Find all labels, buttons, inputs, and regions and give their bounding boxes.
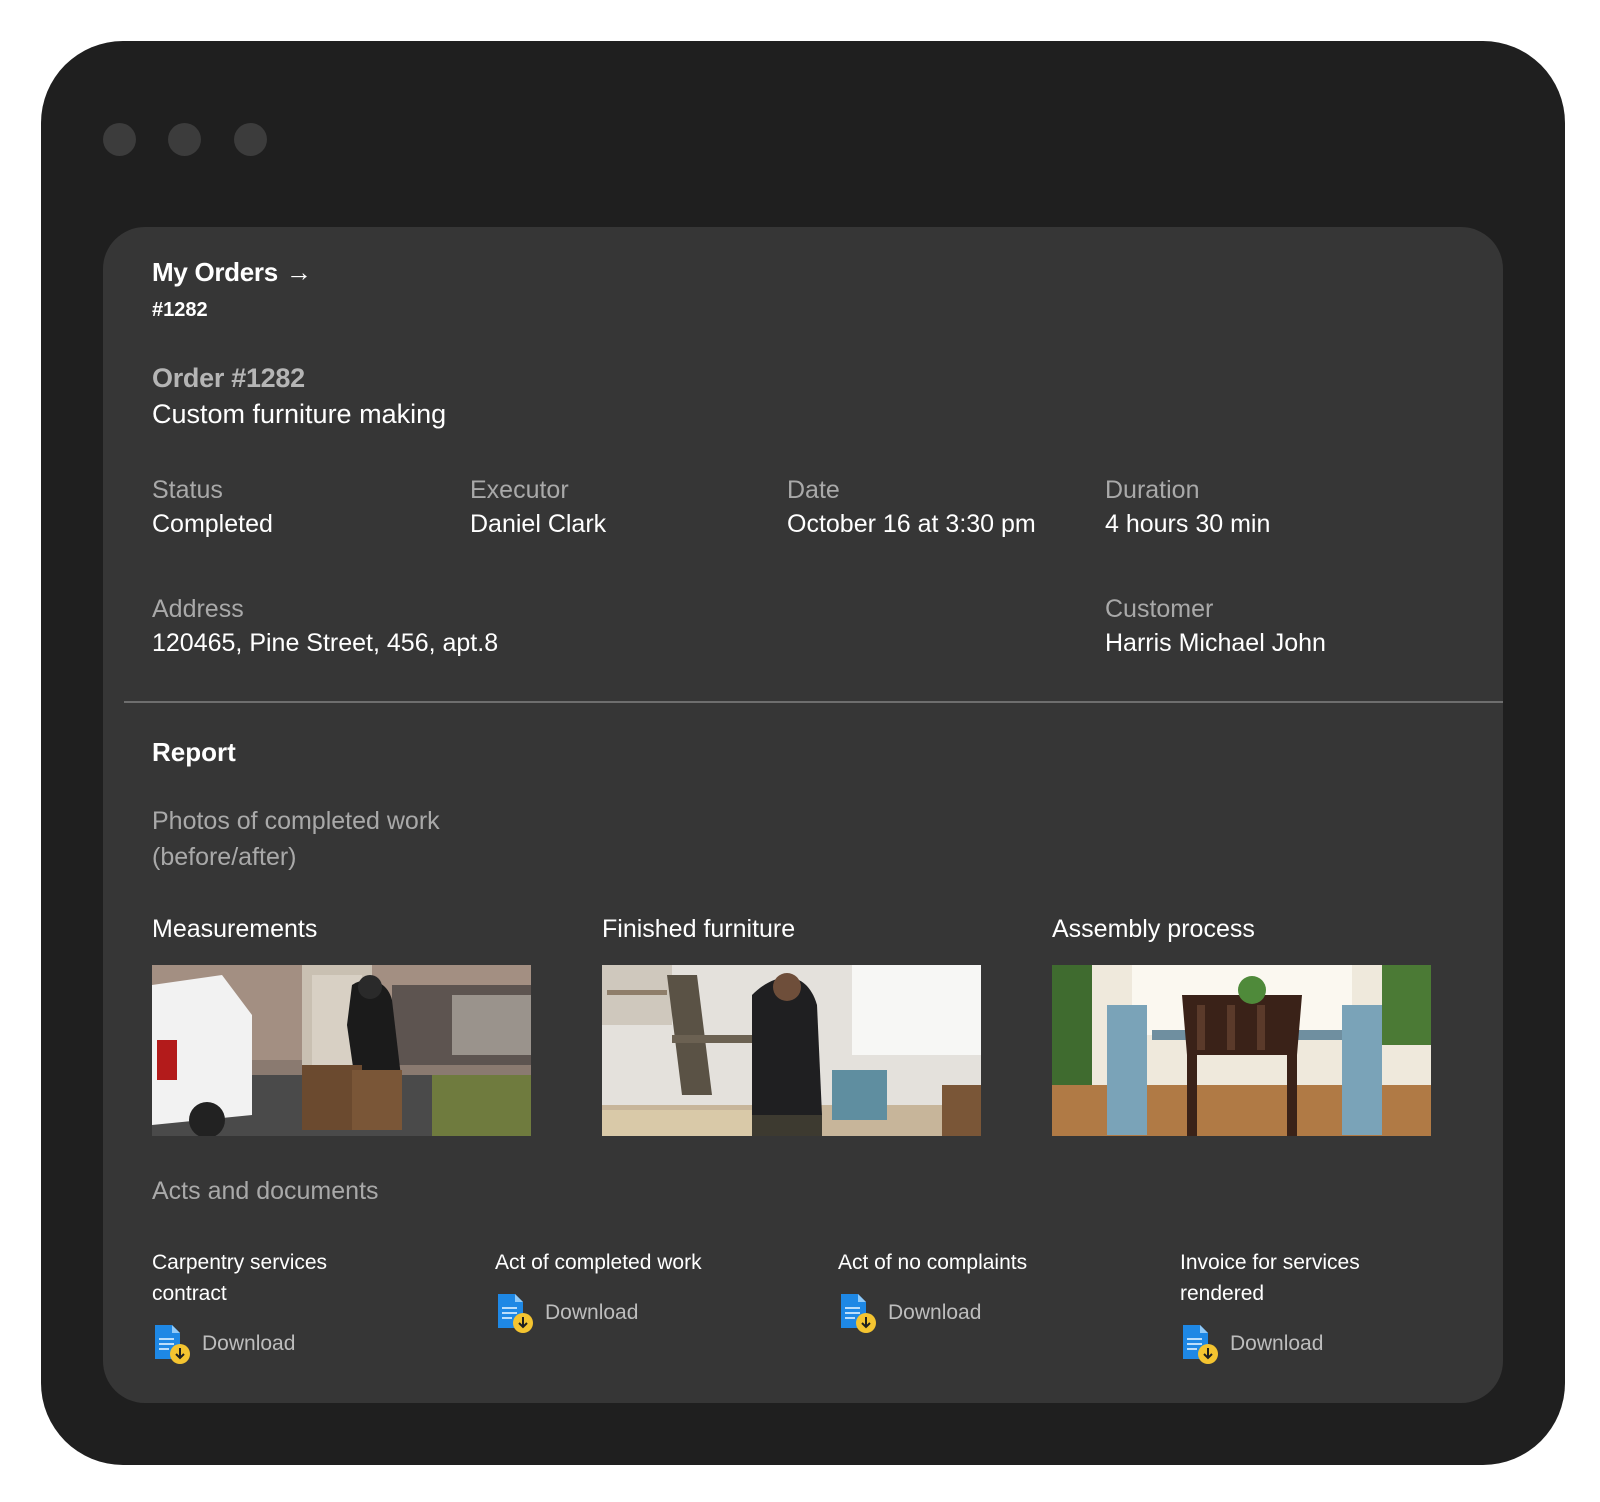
- date-field: Date October 16 at 3:30 pm: [787, 474, 1036, 540]
- download-label: Download: [1230, 1332, 1324, 1355]
- download-button[interactable]: Download: [495, 1292, 795, 1334]
- window-control-minimize[interactable]: [168, 123, 201, 156]
- photo-card-measurements: Measurements: [152, 913, 531, 1136]
- download-label: Download: [888, 1301, 982, 1324]
- document-act-no-complaints: Act of no complaints Download: [838, 1247, 1138, 1334]
- document-download-icon: [841, 1294, 876, 1333]
- document-invoice: Invoice for services rendered Download: [1180, 1247, 1480, 1365]
- customer-field: Customer Harris Michael John: [1105, 593, 1326, 659]
- customer-label: Customer: [1105, 595, 1214, 623]
- document-act-completed-work: Act of completed work Download: [495, 1247, 795, 1334]
- document-name: Act of no complaints: [838, 1251, 1028, 1274]
- acts-label: Acts and documents: [152, 1177, 379, 1205]
- window-control-maximize[interactable]: [234, 123, 267, 156]
- document-download-icon: [1183, 1325, 1218, 1364]
- order-number: Order #1282: [152, 363, 305, 393]
- address-label: Address: [152, 595, 244, 623]
- date-label: Date: [787, 476, 840, 504]
- duration-field: Duration 4 hours 30 min: [1105, 474, 1270, 540]
- photo-caption: Measurements: [152, 915, 318, 943]
- photo-card-finished-furniture: Finished furniture: [602, 913, 981, 1136]
- breadcrumb-label: My Orders: [152, 257, 278, 287]
- download-button[interactable]: Download: [152, 1323, 452, 1365]
- executor-field: Executor Daniel Clark: [470, 474, 606, 540]
- download-label: Download: [202, 1332, 296, 1355]
- order-panel: My Orders → #1282 Order #1282 Custom furn…: [103, 227, 1503, 1403]
- photo-card-assembly-process: Assembly process: [1052, 913, 1431, 1136]
- breadcrumb-order-ref: #1282: [152, 299, 208, 321]
- download-label: Download: [545, 1301, 639, 1324]
- photo-caption: Assembly process: [1052, 915, 1255, 943]
- status-field: Status Completed: [152, 474, 273, 540]
- workshop-chair-image: [602, 965, 981, 1136]
- section-divider: [124, 701, 1503, 703]
- date-value: October 16 at 3:30 pm: [787, 510, 1036, 538]
- document-name: Act of completed work: [495, 1251, 702, 1274]
- photo-assembly-process[interactable]: [1052, 965, 1431, 1136]
- window-control-close[interactable]: [103, 123, 136, 156]
- document-name: Invoice for services rendered: [1180, 1251, 1360, 1305]
- executor-label: Executor: [470, 476, 569, 504]
- download-button[interactable]: Download: [1180, 1323, 1480, 1365]
- download-button[interactable]: Download: [838, 1292, 1138, 1334]
- status-label: Status: [152, 476, 223, 504]
- photo-measurements[interactable]: [152, 965, 531, 1136]
- document-name: Carpentry services contract: [152, 1251, 328, 1305]
- document-download-icon: [498, 1294, 533, 1333]
- photos-label: Photos of completed work (before/after): [152, 807, 440, 871]
- duration-value: 4 hours 30 min: [1105, 510, 1271, 538]
- arrow-right-icon: →: [285, 257, 312, 287]
- duration-label: Duration: [1105, 476, 1200, 504]
- executor-value: Daniel Clark: [470, 510, 607, 538]
- address-value: 120465, Pine Street, 456, apt.8: [152, 629, 499, 657]
- breadcrumb-my-orders[interactable]: My Orders →: [152, 257, 312, 288]
- photo-finished-furniture[interactable]: [602, 965, 981, 1136]
- document-contract: Carpentry services contract Download: [152, 1247, 452, 1365]
- photo-caption: Finished furniture: [602, 915, 796, 943]
- report-title: Report: [152, 737, 236, 767]
- man-with-chairs-image: [152, 965, 531, 1136]
- dining-room-image: [1052, 965, 1431, 1136]
- customer-value: Harris Michael John: [1105, 629, 1326, 657]
- document-download-icon: [155, 1325, 190, 1364]
- status-value: Completed: [152, 510, 273, 538]
- address-field: Address 120465, Pine Street, 456, apt.8: [152, 593, 498, 659]
- order-title: Custom furniture making: [152, 399, 447, 429]
